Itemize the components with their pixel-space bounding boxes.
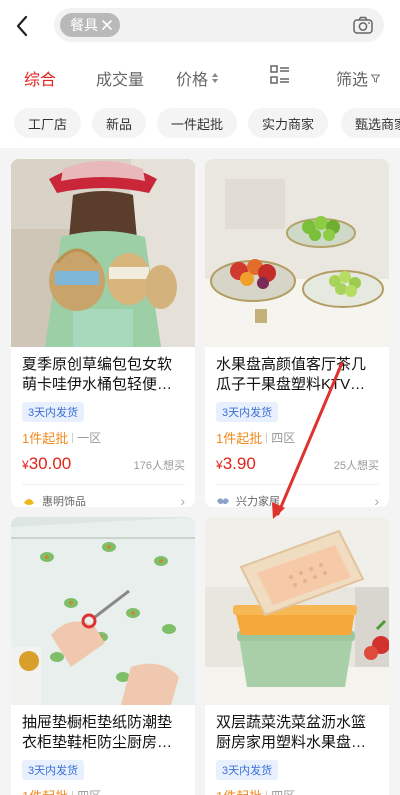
moq-label: 1件起批 [22, 786, 68, 795]
moq-row: 1件起批 四区 [216, 786, 379, 795]
shipping-badge: 3天内发货 [216, 402, 279, 422]
shipping-badge: 3天内发货 [22, 402, 85, 422]
product-card[interactable]: 夏季原创草编包包女软萌卡哇伊水桶包轻便… 3天内发货 1件起批 一区 ¥30.0… [11, 159, 195, 507]
filter-chip-selected-merchant[interactable]: 甄选商家 [341, 108, 400, 138]
product-image[interactable] [205, 159, 389, 347]
region-label: 四区 [271, 787, 295, 795]
sort-caret-icon [212, 73, 219, 83]
shop-row[interactable]: 兴力家居 › [216, 484, 379, 507]
shipping-badge: 3天内发货 [216, 760, 279, 780]
price-row: ¥3.90 25人想买 [216, 454, 379, 474]
chevron-right-icon: › [374, 492, 379, 508]
filter-chip-new[interactable]: 新品 [92, 108, 147, 138]
product-title[interactable]: 夏季原创草编包包女软萌卡哇伊水桶包轻便… [22, 355, 185, 395]
shop-logo-icon [217, 497, 229, 504]
camera-icon[interactable] [352, 14, 374, 36]
product-card[interactable]: 双层蔬菜洗菜盆沥水篮厨房家用塑料水果盘… 3天内发货 1件起批 四区 [205, 517, 389, 795]
product-card[interactable]: 水果盘高颜值客厅茶几瓜子干果盘塑料KTV… 3天内发货 1件起批 四区 ¥3.9… [205, 159, 389, 507]
want-count: 25人想买 [333, 460, 379, 472]
product-title[interactable]: 水果盘高颜值客厅茶几瓜子干果盘塑料KTV… [216, 355, 379, 395]
shipping-badge: 3天内发货 [22, 760, 85, 780]
moq-row: 1件起批 四区 [22, 786, 185, 795]
shop-row[interactable]: 惠明饰品 › [22, 484, 185, 507]
divider [266, 432, 268, 443]
currency-symbol: ¥ [216, 458, 223, 472]
shop-logo-icon [24, 498, 34, 505]
sort-sales-volume-label: 成交量 [96, 72, 145, 89]
list-view-icon [270, 65, 289, 84]
price: ¥30.00 [22, 454, 71, 474]
product-image[interactable] [11, 159, 195, 347]
sort-bar: 综合 成交量 价格 筛选 [0, 52, 400, 102]
back-button[interactable] [0, 0, 44, 52]
search-keyword-chip[interactable]: 餐具 [60, 13, 120, 37]
moq-row: 1件起批 四区 [216, 428, 379, 447]
filter-chip-row: 工厂店 新品 一件起批 实力商家 甄选商家 [0, 102, 400, 148]
sort-comprehensive-label: 综合 [24, 72, 57, 89]
want-count: 176人想买 [133, 460, 185, 472]
sort-price[interactable]: 价格 [176, 66, 219, 90]
list-view-toggle[interactable] [269, 64, 291, 86]
shop-name: 兴力家居 [236, 495, 280, 508]
chevron-right-icon: › [180, 492, 185, 508]
region-label: 四区 [271, 431, 296, 445]
sort-comprehensive[interactable]: 综合 [24, 66, 56, 90]
moq-label: 1件起批 [216, 431, 263, 446]
search-input[interactable]: 餐具 [54, 8, 384, 42]
currency-symbol: ¥ [22, 458, 29, 472]
product-image[interactable] [205, 517, 389, 705]
sort-sales-volume[interactable]: 成交量 [96, 66, 144, 90]
top-bar: 餐具 [0, 0, 400, 52]
price-value: 30.00 [28, 454, 72, 473]
filter-label: 筛选 [336, 72, 369, 89]
sort-price-label: 价格 [176, 72, 209, 89]
filter-chip-single-piece[interactable]: 一件起批 [157, 108, 238, 138]
close-icon[interactable] [102, 20, 112, 30]
search-keyword-label: 餐具 [70, 17, 98, 33]
page: 餐具 综合 成交量 价格 筛选 工厂店 新品 一件起批 实力商家 甄选商 夏季原… [0, 0, 400, 795]
divider [266, 790, 268, 795]
divider [72, 790, 74, 795]
moq-label: 1件起批 [22, 431, 69, 446]
shop-name: 惠明饰品 [42, 495, 86, 508]
product-title[interactable]: 抽屉垫橱柜垫纸防潮垫衣柜垫鞋柜防尘厨房… [22, 713, 185, 753]
moq-row: 1件起批 一区 [22, 428, 185, 447]
region-label: 四区 [77, 787, 101, 795]
price-row: ¥30.00 176人想买 [22, 454, 185, 474]
product-title[interactable]: 双层蔬菜洗菜盆沥水篮厨房家用塑料水果盘… [216, 713, 379, 753]
back-arrow-icon [16, 15, 28, 37]
product-image[interactable] [11, 517, 195, 705]
filter-chip-factory[interactable]: 工厂店 [14, 108, 82, 138]
price: ¥3.90 [216, 454, 256, 474]
filter-chip-strong-merchant[interactable]: 实力商家 [248, 108, 329, 138]
region-label: 一区 [77, 431, 102, 445]
product-card[interactable]: 抽屉垫橱柜垫纸防潮垫衣柜垫鞋柜防尘厨房… 3天内发货 1件起批 四区 [11, 517, 195, 795]
price-value: 3.90 [222, 454, 256, 473]
moq-label: 1件起批 [216, 786, 262, 795]
divider [72, 432, 74, 443]
filter-funnel-icon [371, 74, 381, 83]
filter-button[interactable]: 筛选 [336, 66, 381, 90]
